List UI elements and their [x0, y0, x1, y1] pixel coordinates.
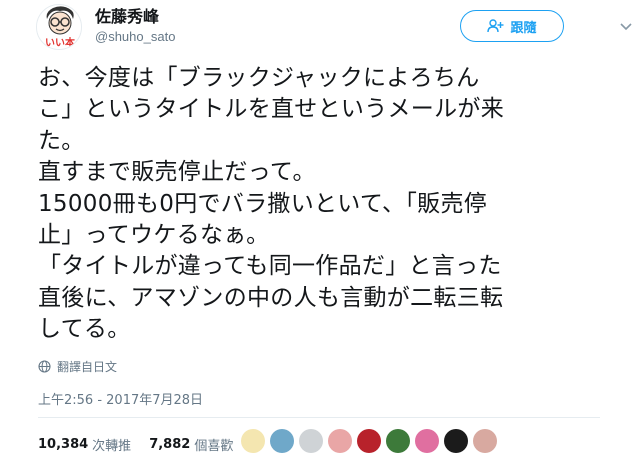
chevron-down-icon [620, 23, 632, 31]
tweet-timestamp[interactable]: 上午2:56 - 2017年7月28日 [38, 389, 203, 408]
likers-avatars [241, 429, 497, 453]
more-options-button[interactable] [618, 18, 634, 34]
tweet-header: いい本 佐藤秀峰 @shuho_sato 跟隨 [36, 4, 636, 52]
retweets-label: 次轉推 [92, 438, 132, 454]
liker-avatar-4[interactable] [328, 429, 352, 453]
translate-label: 翻譯自日文 [57, 360, 118, 374]
liker-avatar-2[interactable] [270, 429, 294, 453]
liker-avatar-9[interactable] [473, 429, 497, 453]
likes-count: 7,882 [149, 436, 191, 452]
likes-stat[interactable]: 7,882 個喜歡 [149, 435, 233, 454]
follow-button-label: 跟隨 [510, 20, 537, 36]
avatar-logo-text: いい本 [45, 36, 76, 49]
divider [38, 417, 600, 418]
author-handle[interactable]: @shuho_sato [95, 27, 175, 47]
author-avatar[interactable]: いい本 [36, 4, 82, 50]
tweet-text: お、今度は「ブラックジャックによろちん こ」というタイトルを直せというメールが来… [38, 65, 504, 343]
translate-link[interactable]: 翻譯自日文 [38, 358, 117, 375]
retweets-count: 10,384 [38, 436, 89, 452]
author-info: 佐藤秀峰 @shuho_sato [95, 7, 175, 47]
liker-avatar-3[interactable] [299, 429, 323, 453]
author-display-name[interactable]: 佐藤秀峰 [95, 7, 175, 27]
tweet-stats: 10,384 次轉推 7,882 個喜歡 [38, 426, 251, 462]
liker-avatar-7[interactable] [415, 429, 439, 453]
retweets-stat[interactable]: 10,384 次轉推 [38, 435, 131, 454]
liker-avatar-6[interactable] [386, 429, 410, 453]
follow-button[interactable]: 跟隨 [460, 10, 564, 42]
avatar-illustration: いい本 [37, 5, 81, 49]
likes-label: 個喜歡 [194, 438, 234, 454]
liker-avatar-5[interactable] [357, 429, 381, 453]
add-user-icon [487, 19, 504, 33]
liker-avatar-1[interactable] [241, 429, 265, 453]
globe-icon [38, 360, 51, 373]
liker-avatar-8[interactable] [444, 429, 468, 453]
